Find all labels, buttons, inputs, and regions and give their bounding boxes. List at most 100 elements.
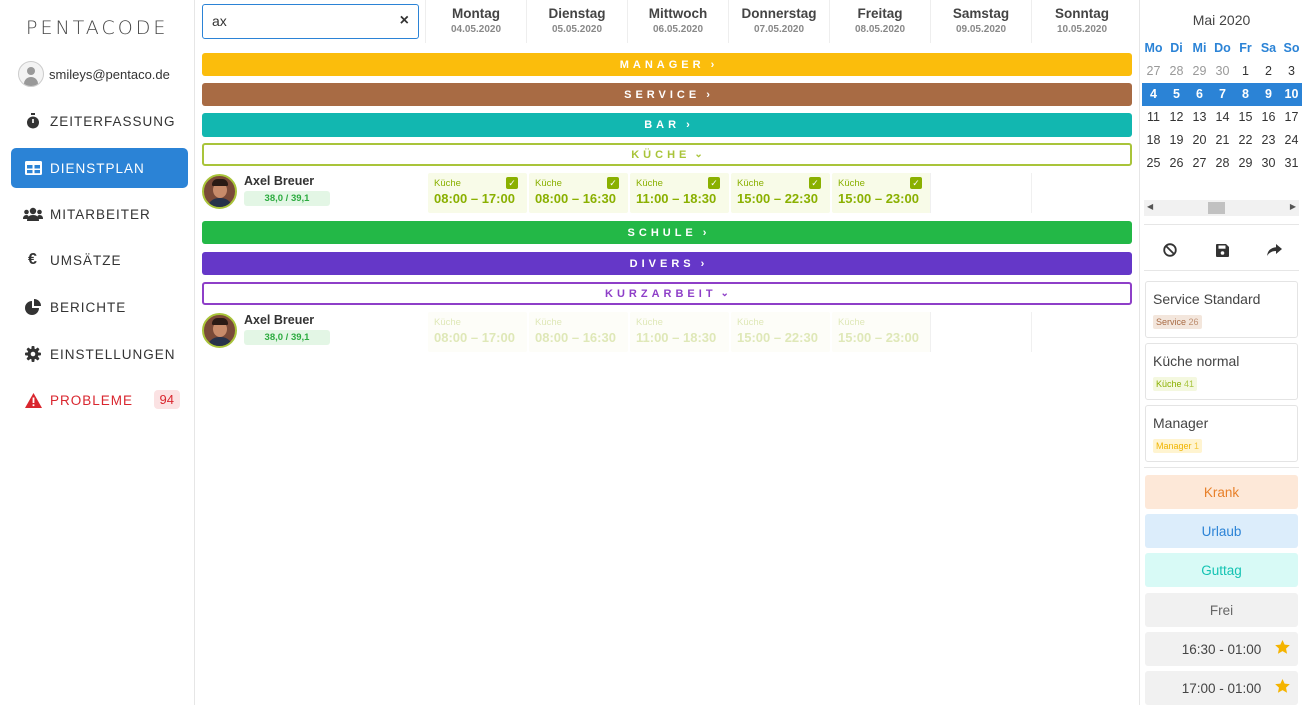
calendar-day[interactable]: 26	[1165, 152, 1188, 175]
group-bar-kurzarbeit[interactable]: KURZARBEIT ⌄	[202, 282, 1132, 305]
shift-card-inactive[interactable]: Küche 08:00 – 17:00	[428, 312, 527, 352]
calendar-day[interactable]: 22	[1234, 129, 1257, 152]
day-header-wednesday[interactable]: Mittwoch 06.05.2020	[627, 0, 728, 43]
calendar-day[interactable]: 31	[1280, 152, 1302, 175]
nav-item-berichte[interactable]: BERICHTE	[11, 287, 188, 327]
shift-template-card[interactable]: Manager Manager 1	[1145, 405, 1298, 462]
shift-card-inactive[interactable]: Küche 15:00 – 22:30	[731, 312, 830, 352]
check-icon[interactable]: ✓	[506, 177, 518, 189]
shift-card-inactive[interactable]: Küche 15:00 – 23:00	[832, 312, 931, 352]
absence-frei-button[interactable]: Frei	[1145, 593, 1298, 627]
empty-shift-cell[interactable]	[1031, 312, 1132, 352]
nav-item-probleme[interactable]: PROBLEME 94	[11, 380, 188, 420]
calendar-day[interactable]: 27	[1188, 152, 1211, 175]
calendar-day[interactable]: 25	[1142, 152, 1165, 175]
nav-item-einstellungen[interactable]: EINSTELLUNGEN	[11, 334, 188, 374]
clear-search-icon[interactable]: ×	[400, 12, 409, 30]
star-icon[interactable]	[1275, 679, 1290, 696]
calendar-day[interactable]: 21	[1211, 129, 1234, 152]
calendar-day[interactable]: 28	[1165, 60, 1188, 83]
absence-urlaub-button[interactable]: Urlaub	[1145, 514, 1298, 548]
calendar-week-row[interactable]: 27 28 29 30 1 2 3	[1142, 60, 1302, 83]
logo[interactable]: PENTACODE	[26, 17, 168, 39]
calendar-title[interactable]: Mai 2020	[1140, 12, 1302, 28]
search-input[interactable]	[212, 5, 392, 36]
calendar-day[interactable]: 3	[1280, 60, 1302, 83]
calendar-day[interactable]: 4	[1142, 83, 1165, 106]
shift-card[interactable]: Küche ✓ 08:00 – 17:00	[428, 173, 527, 213]
calendar-day[interactable]: 13	[1188, 106, 1211, 129]
shift-card[interactable]: Küche ✓ 15:00 – 22:30	[731, 173, 830, 213]
calendar-day[interactable]: 29	[1234, 152, 1257, 175]
group-bar-service[interactable]: SERVICE ›	[202, 83, 1132, 106]
group-bar-manager[interactable]: MANAGER ›	[202, 53, 1132, 76]
calendar-day[interactable]: 23	[1257, 129, 1280, 152]
scrollbar-thumb[interactable]	[1208, 202, 1225, 214]
calendar-day[interactable]: 6	[1188, 83, 1211, 106]
nav-item-umsaetze[interactable]: € UMSÄTZE	[11, 240, 188, 280]
calendar-week-row-selected[interactable]: 4 5 6 7 8 9 10	[1142, 83, 1302, 106]
shift-template-card[interactable]: Küche normal Küche 41	[1145, 343, 1298, 400]
nav-item-mitarbeiter[interactable]: MITARBEITER	[11, 194, 188, 234]
absence-krank-button[interactable]: Krank	[1145, 475, 1298, 509]
calendar-day[interactable]: 30	[1257, 152, 1280, 175]
empty-shift-cell[interactable]	[930, 312, 1031, 352]
nav-item-zeiterfassung[interactable]: ZEITERFASSUNG	[11, 101, 188, 141]
absence-guttag-button[interactable]: Guttag	[1145, 553, 1298, 587]
share-icon[interactable]	[1264, 240, 1284, 260]
favorite-shift-button[interactable]: 16:30 - 01:00	[1145, 632, 1298, 666]
calendar-day[interactable]: 8	[1234, 83, 1257, 106]
calendar-day[interactable]: 11	[1142, 106, 1165, 129]
horizontal-scrollbar[interactable]: ◀ ▶	[1144, 200, 1299, 216]
group-bar-kueche[interactable]: KÜCHE ⌄	[202, 143, 1132, 166]
employee-row[interactable]: Axel Breuer 38,0 / 39,1	[202, 172, 422, 210]
empty-shift-cell[interactable]	[1031, 173, 1132, 213]
shift-card-inactive[interactable]: Küche 08:00 – 16:30	[529, 312, 628, 352]
calendar-week-row[interactable]: 18 19 20 21 22 23 24	[1142, 129, 1302, 152]
day-header-friday[interactable]: Freitag 08.05.2020	[829, 0, 930, 43]
calendar-day[interactable]: 7	[1211, 83, 1234, 106]
user-account[interactable]: smileys@pentaco.de	[18, 61, 170, 87]
star-icon[interactable]	[1275, 640, 1290, 657]
scroll-left-icon[interactable]: ◀	[1147, 202, 1153, 211]
calendar-day[interactable]: 27	[1142, 60, 1165, 83]
shift-card-inactive[interactable]: Küche 11:00 – 18:30	[630, 312, 729, 352]
calendar-day[interactable]: 1	[1234, 60, 1257, 83]
day-header-saturday[interactable]: Samstag 09.05.2020	[930, 0, 1031, 43]
block-icon[interactable]	[1160, 240, 1180, 260]
nav-item-dienstplan[interactable]: DIENSTPLAN	[11, 148, 188, 188]
calendar-day[interactable]: 15	[1234, 106, 1257, 129]
calendar-day[interactable]: 20	[1188, 129, 1211, 152]
shift-card[interactable]: Küche ✓ 11:00 – 18:30	[630, 173, 729, 213]
calendar-day[interactable]: 29	[1188, 60, 1211, 83]
shift-template-card[interactable]: Service Standard Service 26	[1145, 281, 1298, 338]
shift-card[interactable]: Küche ✓ 15:00 – 23:00	[832, 173, 931, 213]
calendar-day[interactable]: 18	[1142, 129, 1165, 152]
calendar-day[interactable]: 19	[1165, 129, 1188, 152]
calendar-day[interactable]: 2	[1257, 60, 1280, 83]
check-icon[interactable]: ✓	[708, 177, 720, 189]
scroll-right-icon[interactable]: ▶	[1290, 202, 1296, 211]
shift-card[interactable]: Küche ✓ 08:00 – 16:30	[529, 173, 628, 213]
calendar-day[interactable]: 9	[1257, 83, 1280, 106]
day-header-sunday[interactable]: Sonntag 10.05.2020	[1031, 0, 1132, 43]
group-bar-divers[interactable]: DIVERS ›	[202, 252, 1132, 275]
group-bar-schule[interactable]: SCHULE ›	[202, 221, 1132, 244]
check-icon[interactable]: ✓	[910, 177, 922, 189]
group-bar-bar[interactable]: BAR ›	[202, 113, 1132, 137]
calendar-day[interactable]: 10	[1280, 83, 1302, 106]
save-icon[interactable]	[1212, 240, 1232, 260]
calendar-day[interactable]: 24	[1280, 129, 1302, 152]
calendar-day[interactable]: 30	[1211, 60, 1234, 83]
calendar-day[interactable]: 12	[1165, 106, 1188, 129]
day-header-monday[interactable]: Montag 04.05.2020	[425, 0, 526, 43]
day-header-tuesday[interactable]: Dienstag 05.05.2020	[526, 0, 627, 43]
check-icon[interactable]: ✓	[607, 177, 619, 189]
calendar-day[interactable]: 14	[1211, 106, 1234, 129]
favorite-shift-button[interactable]: 17:00 - 01:00	[1145, 671, 1298, 705]
calendar-day[interactable]: 5	[1165, 83, 1188, 106]
employee-row[interactable]: Axel Breuer 38,0 / 39,1	[202, 311, 422, 349]
calendar-day[interactable]: 28	[1211, 152, 1234, 175]
empty-shift-cell[interactable]	[930, 173, 1031, 213]
calendar-week-row[interactable]: 11 12 13 14 15 16 17	[1142, 106, 1302, 129]
